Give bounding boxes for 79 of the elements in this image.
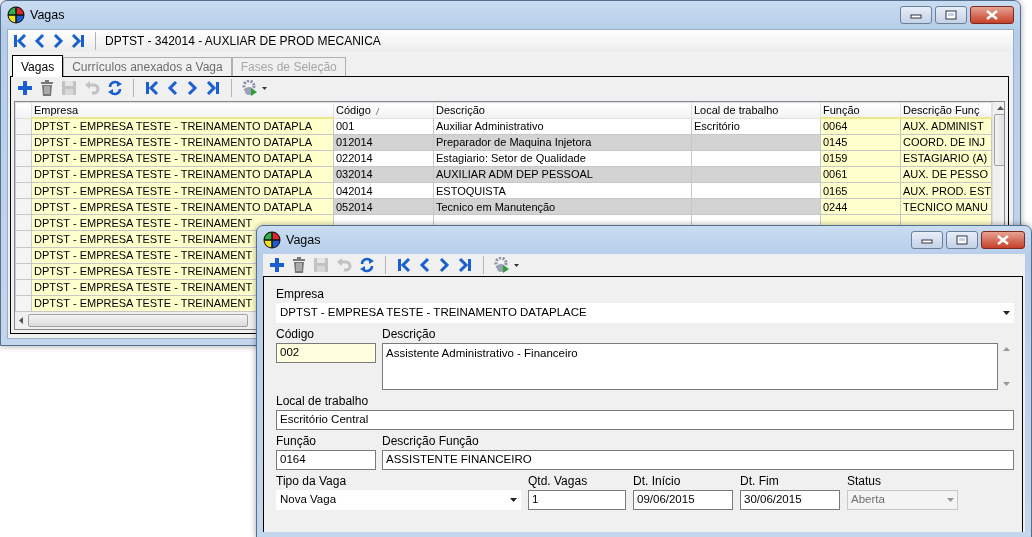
dropdown-arrow-icon	[947, 498, 954, 502]
text-area[interactable]: Assistente Administrativo - Financeiro	[382, 343, 998, 390]
first-record-icon[interactable]	[396, 257, 412, 273]
dropdown-field[interactable]: DPTST - EMPRESA TESTE - TREINAMENTO DATAPLACE	[276, 303, 1014, 323]
close-icon	[986, 10, 998, 20]
dropdown-field[interactable]: Nova Vaga	[276, 490, 521, 510]
trash-icon[interactable]	[292, 257, 306, 273]
next-icon[interactable]	[438, 257, 450, 273]
refresh-icon[interactable]	[359, 257, 375, 273]
window-title: Vagas	[30, 6, 65, 24]
column-header[interactable]: Empresa	[31, 102, 334, 118]
minimize-icon	[910, 11, 922, 19]
app-logo-icon	[263, 231, 281, 249]
last-record-icon[interactable]	[70, 33, 86, 49]
field-label: Função	[276, 434, 318, 448]
field-label: Status	[847, 474, 883, 488]
dropdown-arrow-icon	[1003, 311, 1010, 315]
table-cell: Escritório	[691, 118, 821, 135]
input-field[interactable]: 1	[528, 490, 626, 510]
field-label: Descrição Função	[382, 434, 480, 448]
close-button[interactable]	[970, 6, 1014, 24]
scroll-down-arrow-icon	[1002, 382, 1010, 386]
maximize-button[interactable]	[946, 231, 978, 249]
maximize-icon	[956, 235, 968, 245]
field-label: Código	[276, 327, 316, 341]
input-field[interactable]: 09/06/2015	[633, 490, 733, 510]
trash-icon[interactable]	[40, 80, 54, 96]
refresh-icon[interactable]	[107, 80, 123, 96]
last-record-icon[interactable]	[205, 80, 221, 96]
field-label: Descrição	[382, 327, 437, 341]
column-header[interactable]: Descrição Funç	[900, 102, 992, 118]
close-icon	[997, 235, 1009, 245]
field-label: Dt. Início	[633, 474, 682, 488]
plus-icon[interactable]	[17, 80, 33, 96]
window-title: Vagas	[286, 231, 321, 249]
column-header[interactable]: Função	[820, 102, 901, 118]
gears-dropdown-icon[interactable]	[494, 257, 520, 273]
maximize-button[interactable]	[935, 6, 967, 24]
table-cell: Auxiliar Administrativo	[433, 118, 692, 135]
input-field[interactable]: 0164	[276, 450, 376, 470]
tab[interactable]: Vagas	[12, 55, 64, 77]
app-logo-icon	[7, 6, 25, 24]
input-field[interactable]: Escritório Central	[276, 410, 1014, 430]
tab[interactable]: Currículos anexados a Vaga	[63, 57, 232, 76]
table-cell: 001	[333, 118, 434, 135]
column-header[interactable]: Código	[333, 102, 434, 118]
scroll-up-arrow-icon	[996, 105, 1004, 111]
previous-icon[interactable]	[34, 33, 46, 49]
dropdown-arrow-icon	[510, 498, 517, 502]
field-label: Qtd. Vagas	[528, 474, 589, 488]
last-record-icon[interactable]	[457, 257, 473, 273]
input-field[interactable]: 002	[276, 343, 376, 363]
input-field[interactable]: ASSISTENTE FINANCEIRO	[382, 450, 1014, 470]
plus-icon[interactable]	[269, 257, 285, 273]
maximize-icon	[945, 10, 957, 20]
field-label: Dt. Fim	[740, 474, 780, 488]
next-icon[interactable]	[186, 80, 198, 96]
minimize-button[interactable]	[911, 231, 943, 249]
first-record-icon[interactable]	[144, 80, 160, 96]
scroll-left-arrow-icon	[18, 316, 24, 325]
table-cell: ESTOQUISTA	[433, 182, 692, 199]
table-cell: Estagiario: Setor de Qualidade	[433, 150, 692, 167]
table-cell: 042014	[333, 182, 434, 199]
record-label: DPTST - 342014 - AUXLIAR DE PROD MECANICA	[105, 33, 381, 50]
previous-icon[interactable]	[419, 257, 431, 273]
column-header[interactable]: Local de trabalho	[691, 102, 821, 118]
minimize-icon	[921, 236, 933, 244]
table-cell: 022014	[333, 150, 434, 167]
first-record-icon[interactable]	[12, 33, 28, 49]
previous-icon[interactable]	[167, 80, 179, 96]
next-icon[interactable]	[52, 33, 64, 49]
field-label: Tipo da Vaga	[276, 474, 348, 488]
scroll-up-arrow-icon	[1002, 347, 1010, 351]
gears-dropdown-icon[interactable]	[242, 80, 268, 96]
minimize-button[interactable]	[900, 6, 932, 24]
input-field[interactable]: 30/06/2015	[740, 490, 840, 510]
field-label: Local de trabalho	[276, 394, 370, 408]
close-button[interactable]	[981, 231, 1025, 249]
column-header[interactable]: Descrição	[433, 102, 692, 118]
